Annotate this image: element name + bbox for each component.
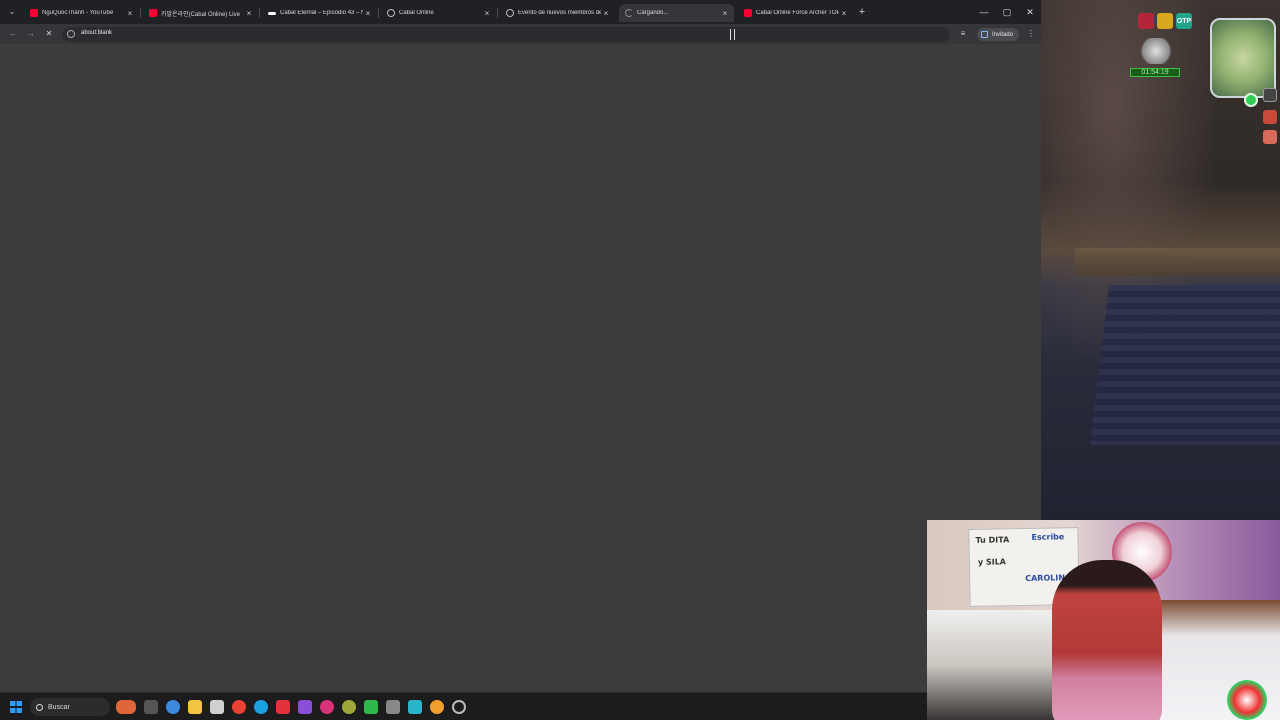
app-icon[interactable]: [320, 700, 334, 714]
close-icon[interactable]: ×: [601, 9, 611, 18]
tab-evento-nuevos-miembros[interactable]: Evento de nuevos miembros de ×: [500, 4, 615, 22]
maximize-icon[interactable]: ▢: [1000, 5, 1014, 19]
screen: OTP 01:54:19 ⌄ NguQuocThanh - YouTube × …: [0, 0, 1280, 720]
tab-separator: [259, 8, 260, 18]
new-tab-plus-icon[interactable]: +: [856, 6, 868, 18]
youtube-icon: [30, 9, 38, 17]
game-timer: 01:54:19: [1130, 68, 1180, 77]
site-info-icon[interactable]: [67, 30, 75, 38]
sign-text: Tu DITA: [975, 535, 1010, 545]
app-ring-icon[interactable]: [452, 700, 466, 714]
globe-icon: [506, 9, 514, 17]
tab-cabal-online[interactable]: Cabal Online ×: [381, 4, 496, 22]
quest-icon[interactable]: [1263, 110, 1277, 124]
task-view-icon[interactable]: [144, 700, 158, 714]
tab-title: NguQuocThanh - YouTube: [42, 10, 114, 16]
menu-dots-icon[interactable]: ⋮: [1024, 27, 1038, 41]
reading-list-icon[interactable]: ≡: [956, 27, 970, 41]
stop-loading-icon[interactable]: ✕: [42, 27, 56, 41]
chrome-icon[interactable]: [430, 700, 444, 714]
otp-icon[interactable]: OTP: [1176, 13, 1192, 29]
sign-text: Escribe: [1031, 532, 1065, 542]
game-roof-tiles: [1090, 285, 1280, 445]
close-icon[interactable]: ×: [482, 9, 492, 18]
chrome-icon[interactable]: [166, 700, 180, 714]
webcam-shelf: [927, 610, 1067, 720]
tab-separator: [497, 8, 498, 18]
search-placeholder: Buscar: [48, 703, 70, 711]
profile-chip[interactable]: Invitado: [977, 28, 1020, 41]
tab-title: 카발온라인(Cabal Online) Live: [161, 11, 240, 18]
minimap[interactable]: [1210, 18, 1276, 98]
tab-cabal-eternal[interactable]: Cabal Eternal – Episodio 43 – N ×: [262, 4, 377, 22]
taskbar-search[interactable]: Buscar: [30, 698, 110, 716]
game-wood-plank: [1075, 248, 1280, 276]
clown-sticker-icon: [1227, 680, 1267, 720]
youtube-icon: [149, 9, 157, 17]
forward-arrow-icon[interactable]: →: [24, 27, 38, 41]
youtube-icon: [744, 9, 752, 17]
minimize-icon[interactable]: —: [977, 5, 991, 19]
edge-icon[interactable]: [254, 700, 268, 714]
tab-youtube-nguquocthanh[interactable]: NguQuocThanh - YouTube ×: [24, 4, 139, 22]
tab-title: Cabal Online Force Archer TOP: [756, 10, 839, 16]
tab-cabal-force-archer[interactable]: Cabal Online Force Archer TOP ×: [738, 4, 853, 22]
app-icon[interactable]: [298, 700, 312, 714]
tab-separator: [140, 8, 141, 18]
widgets-icon[interactable]: [116, 700, 136, 714]
guild-crest-icon: [1138, 38, 1174, 64]
windows-start-icon[interactable]: [10, 701, 22, 713]
tab-cargando[interactable]: Cargando... ×: [619, 4, 734, 22]
tab-separator: [378, 8, 379, 18]
app-icon[interactable]: [408, 700, 422, 714]
search-icon: [36, 703, 43, 711]
tab-cabal-live[interactable]: 카발온라인(Cabal Online) Live ×: [143, 4, 258, 22]
close-icon[interactable]: ×: [839, 9, 849, 18]
tab-title: Evento de nuevos miembros de: [518, 10, 601, 16]
browser-window: ⌄ NguQuocThanh - YouTube × 카발온라인(Cabal O…: [0, 0, 1041, 692]
tab-title: Cargando...: [637, 10, 669, 16]
sign-text: y SILA: [977, 557, 1007, 567]
globe-icon: [387, 9, 395, 17]
app-icon[interactable]: [342, 700, 356, 714]
buff-icon[interactable]: [1157, 13, 1173, 29]
minimap-zoom-icon[interactable]: [1263, 88, 1277, 102]
app-icon[interactable]: [386, 700, 400, 714]
tab-title: Cabal Online: [399, 10, 434, 16]
page-content: [0, 44, 1041, 692]
minimap-player-marker-icon: [1244, 93, 1258, 107]
close-icon[interactable]: ×: [720, 9, 730, 18]
game-buff-icons: OTP: [1138, 13, 1192, 29]
taskbar: Buscar: [0, 692, 1041, 720]
address-text: about:blank: [81, 30, 113, 36]
app-icon[interactable]: [276, 700, 290, 714]
close-icon[interactable]: ×: [244, 9, 254, 18]
event-icon[interactable]: [1263, 130, 1277, 144]
file-explorer-icon[interactable]: [188, 700, 202, 714]
profile-label: Invitado: [992, 31, 1014, 38]
store-icon[interactable]: [210, 700, 224, 714]
app-icon[interactable]: [364, 700, 378, 714]
tab-search-icon[interactable]: ⌄: [6, 6, 18, 18]
loading-spinner-icon: [625, 9, 633, 17]
tab-strip: ⌄ NguQuocThanh - YouTube × 카발온라인(Cabal O…: [0, 0, 1041, 24]
buff-icon[interactable]: [1138, 13, 1154, 29]
chrome-icon[interactable]: [232, 700, 246, 714]
text-cursor-icon: [730, 29, 735, 40]
close-icon[interactable]: ×: [125, 9, 135, 18]
close-window-icon[interactable]: ✕: [1023, 5, 1037, 19]
streamer: [1052, 560, 1162, 720]
site-icon: [268, 11, 276, 15]
address-bar[interactable]: about:blank: [62, 27, 950, 42]
guest-profile-icon: [981, 31, 988, 38]
tab-title: Cabal Eternal – Episodio 43 – N: [280, 10, 363, 16]
browser-toolbar: ← → ✕ about:blank ≡ ⋮: [0, 24, 1041, 44]
back-arrow-icon[interactable]: ←: [6, 27, 20, 41]
webcam-overlay: Tu DITA Escribe y SILA CAROLINA: [927, 520, 1280, 720]
close-icon[interactable]: ×: [363, 9, 373, 18]
